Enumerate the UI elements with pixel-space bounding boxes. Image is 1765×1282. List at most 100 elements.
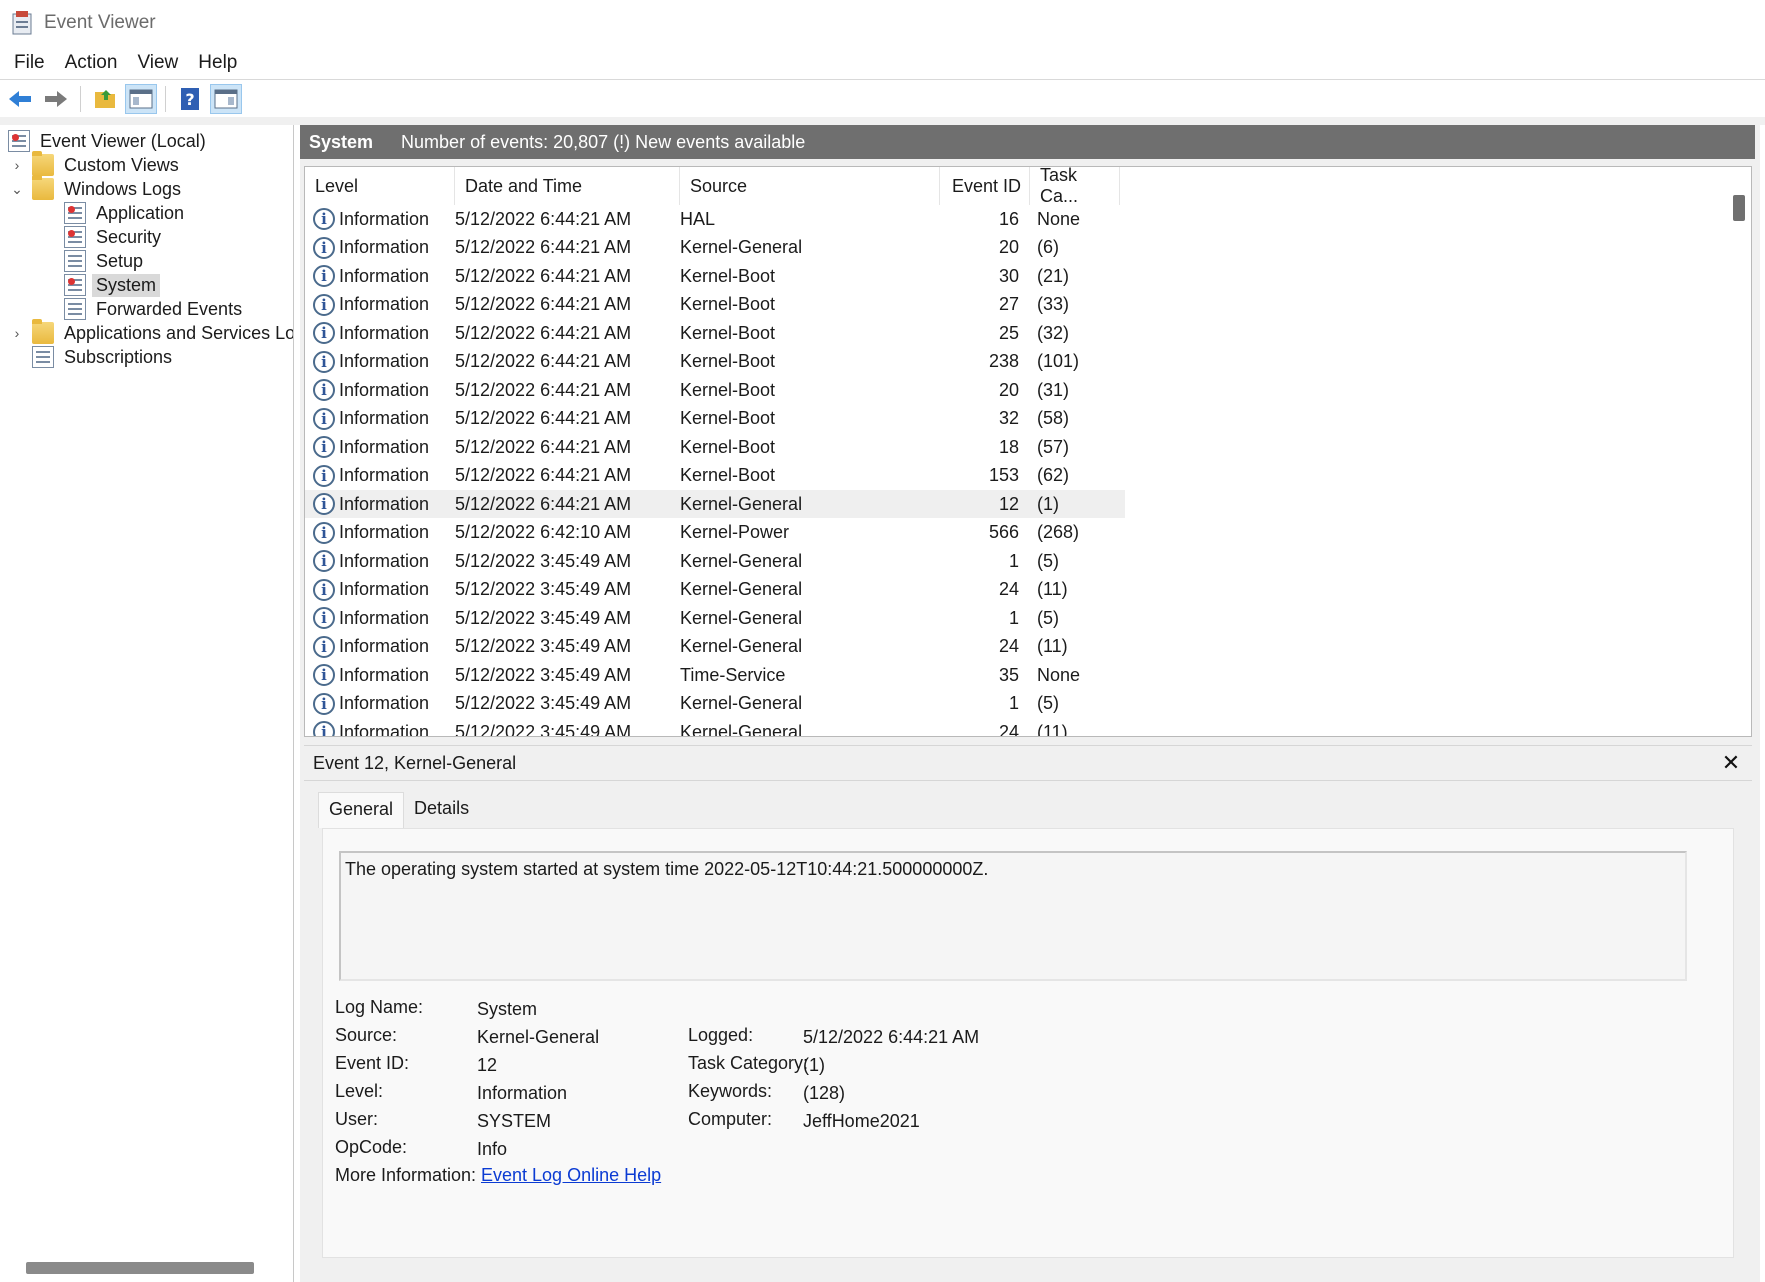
task-category-cell: (58) (1037, 408, 1070, 428)
table-row[interactable]: i Information 5/12/2022 3:45:49 AM Kernel-G… (305, 690, 1125, 718)
event-id-cell: 24 (998, 579, 1019, 599)
tree-item-application[interactable]: Application (64, 200, 188, 226)
event-description[interactable]: The operating system started at system t… (339, 851, 1687, 981)
column-date-time[interactable]: Date and Time (455, 167, 680, 205)
tab-general[interactable]: General (318, 792, 405, 828)
source-cell: Kernel-Boot (680, 351, 776, 371)
tree-item-subscriptions[interactable]: Subscriptions (32, 344, 176, 370)
horizontal-scrollbar[interactable] (26, 1262, 254, 1274)
up-one-level-button[interactable] (89, 84, 121, 114)
table-row[interactable]: i Information 5/12/2022 6:44:21 AM Kernel-G… (305, 234, 1125, 262)
table-row[interactable]: i Information 5/12/2022 6:42:10 AM Kernel-P… (305, 519, 1125, 547)
event-id-cell: 20 (998, 237, 1019, 257)
chevron-right-icon[interactable]: › (10, 157, 24, 173)
chevron-down-icon[interactable]: ⌄ (10, 181, 24, 198)
table-row[interactable]: i Information 5/12/2022 3:45:49 AM Kernel-G… (305, 576, 1125, 604)
label-keywords: Keywords: (688, 1081, 773, 1101)
table-row[interactable]: i Information 5/12/2022 3:45:49 AM Kernel-G… (305, 604, 1125, 632)
source-cell: Kernel-General (680, 721, 803, 737)
table-row[interactable]: i Information 5/12/2022 6:44:21 AM Kernel-B… (305, 291, 1125, 319)
event-id-cell: 12 (998, 493, 1019, 514)
event-id-cell: 153 (988, 465, 1019, 485)
table-row[interactable]: i Information 5/12/2022 3:45:49 AM Time-Ser… (305, 661, 1125, 689)
tree-item-system[interactable]: System (64, 272, 161, 298)
table-row[interactable]: i Information 5/12/2022 6:44:21 AM Kernel-B… (305, 405, 1125, 433)
level-text: Information (339, 408, 430, 428)
date-cell: 5/12/2022 6:44:21 AM (455, 493, 632, 514)
level-text: Information (339, 265, 430, 286)
event-id-cell: 1 (1008, 607, 1019, 628)
value-computer: JeffHome2021 (803, 1111, 920, 1131)
menu-help[interactable]: Help (188, 48, 247, 78)
information-icon: i (313, 293, 335, 316)
table-row[interactable]: i Information 5/12/2022 6:44:21 AM Kernel-B… (305, 433, 1125, 461)
menu-file[interactable]: File (4, 48, 55, 78)
level-cell: i Information (305, 350, 453, 373)
toolbar-separator (165, 86, 166, 112)
chevron-right-icon[interactable]: › (10, 325, 24, 341)
table-row[interactable]: i Information 5/12/2022 6:44:21 AM Kernel-B… (305, 319, 1125, 347)
column-task-category[interactable]: Task Ca... (1030, 167, 1120, 206)
task-category-cell: None (1037, 664, 1081, 685)
information-icon: i (313, 464, 335, 487)
table-row[interactable]: i Information 5/12/2022 6:44:21 AM Kernel-B… (305, 376, 1125, 404)
close-icon[interactable]: ✕ (1718, 750, 1744, 776)
log-name: System (309, 131, 374, 152)
value-logged: 5/12/2022 6:44:21 AM (803, 1027, 980, 1047)
back-button[interactable] (4, 84, 36, 114)
tree-label: Forwarded Events (96, 298, 243, 319)
level-cell: i Information (305, 236, 453, 259)
tab-details[interactable]: Details (404, 792, 479, 828)
menu-view[interactable]: View (127, 48, 188, 78)
information-icon: i (313, 550, 335, 572)
date-cell: 5/12/2022 6:44:21 AM (455, 465, 632, 485)
value-level: Information (477, 1083, 568, 1103)
column-level[interactable]: Level (305, 167, 455, 205)
source-cell: Kernel-Boot (680, 408, 776, 428)
event-detail-title: Event 12, Kernel-General (313, 752, 517, 773)
table-row[interactable]: i Information 5/12/2022 6:44:21 AM Kernel-B… (305, 262, 1125, 290)
show-hide-action-pane-button[interactable] (210, 84, 242, 114)
level-cell: i Information (305, 521, 453, 544)
table-row[interactable]: i Information 5/12/2022 6:44:21 AM Kernel-B… (305, 348, 1125, 376)
menu-action[interactable]: Action (55, 48, 128, 78)
level-cell: i Information (305, 407, 453, 430)
table-row[interactable]: i Information 5/12/2022 6:44:21 AM HAL 16 Non… (305, 205, 1125, 233)
source-cell: Kernel-General (680, 693, 803, 713)
information-icon: i (313, 265, 335, 287)
table-row[interactable]: i Information 5/12/2022 6:44:21 AM Kernel-B… (305, 462, 1125, 490)
tree-item-security[interactable]: Security (64, 224, 165, 250)
date-cell: 5/12/2022 6:44:21 AM (455, 265, 632, 286)
tree-label: Setup (96, 250, 144, 271)
task-category-cell: (11) (1037, 579, 1068, 599)
level-text: Information (339, 436, 430, 457)
level-cell: i Information (305, 265, 453, 287)
table-row[interactable]: i Information 5/12/2022 3:45:49 AM Kernel-G… (305, 547, 1125, 575)
column-source[interactable]: Source (680, 167, 940, 205)
tree-item-forwarded-events[interactable]: Forwarded Events (64, 296, 246, 322)
information-icon: i (313, 692, 335, 715)
help-button[interactable]: ? (174, 84, 206, 114)
table-row[interactable]: i Information 5/12/2022 3:45:49 AM Kernel-G… (305, 633, 1125, 661)
value-event-id: 12 (477, 1055, 498, 1075)
level-cell: i Information (305, 578, 453, 601)
table-row[interactable]: i Information 5/12/2022 6:44:21 AM Kernel-G… (305, 490, 1125, 518)
column-event-id[interactable]: Event ID (940, 167, 1030, 205)
date-cell: 5/12/2022 6:44:21 AM (455, 351, 632, 371)
console-tree: Event Viewer (Local) › Custom Views ⌄ Wi… (0, 125, 294, 1282)
tree-item-setup[interactable]: Setup (64, 248, 147, 274)
event-id-cell: 566 (988, 522, 1019, 542)
forward-button[interactable] (40, 84, 72, 114)
tree-item-applications-and-services[interactable]: › Applications and Services Logs (10, 319, 293, 346)
source-cell: Kernel-General (680, 607, 803, 628)
source-cell: Kernel-General (680, 550, 803, 571)
label-task-category: Task Category: (688, 1053, 809, 1073)
value-keywords: (128) (803, 1083, 846, 1103)
event-log-online-help-link[interactable]: Event Log Online Help (481, 1165, 661, 1186)
show-hide-console-tree-button[interactable] (125, 84, 157, 114)
table-row[interactable]: i Information 5/12/2022 3:45:49 AM Kernel-G… (305, 718, 1125, 737)
event-count: Number of events: 20,807 (!) New events … (401, 131, 806, 152)
tree-item-windows-logs[interactable]: ⌄ Windows Logs (10, 175, 185, 202)
vertical-scrollbar[interactable] (1733, 195, 1745, 221)
level-text: Information (339, 664, 430, 685)
